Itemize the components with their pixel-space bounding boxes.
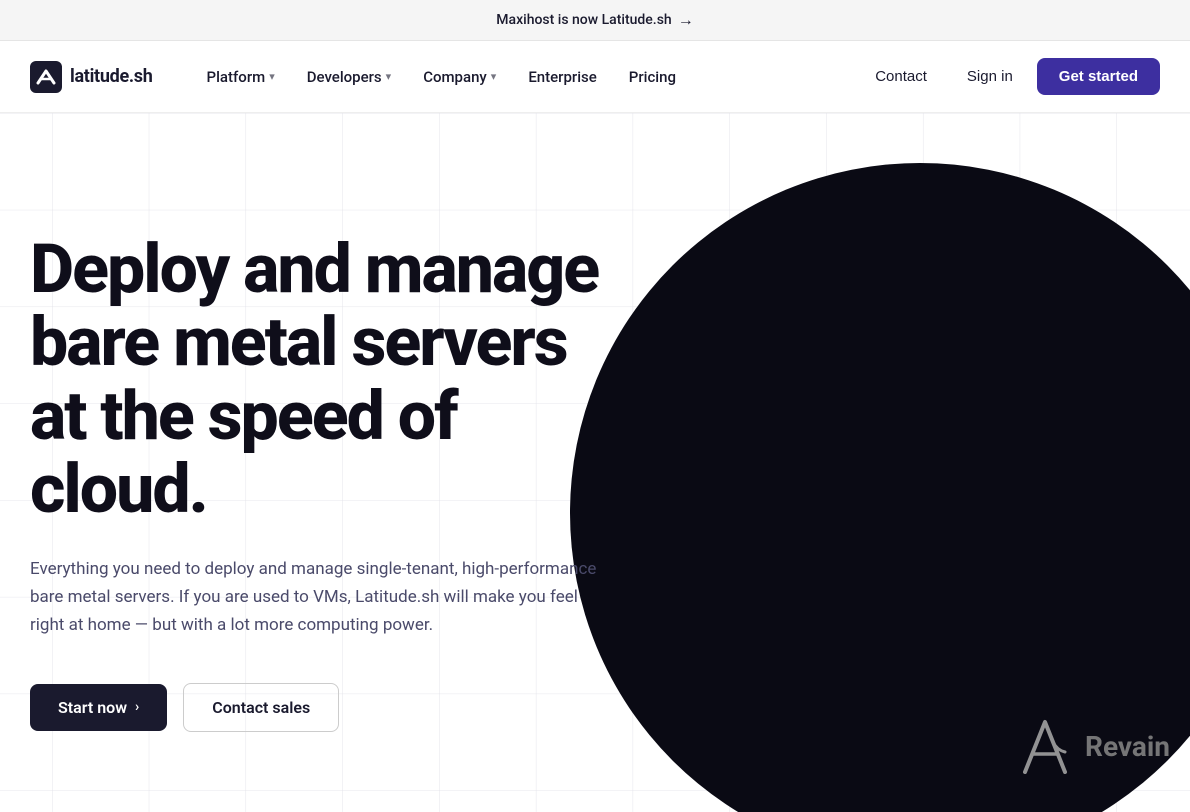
logo[interactable]: latitude.sh (30, 61, 153, 93)
nav-item-developers[interactable]: Developers ▾ (293, 60, 405, 94)
hero-content: Deploy and manage bare metal servers at … (0, 113, 640, 812)
hero-buttons: Start now › Contact sales (30, 683, 610, 732)
hero-subtitle: Everything you need to deploy and manage… (30, 555, 610, 639)
start-now-button[interactable]: Start now › (30, 684, 167, 731)
logo-icon (30, 61, 62, 93)
hero-section: Deploy and manage bare metal servers at … (0, 113, 1190, 812)
revain-watermark: Revain (1015, 712, 1170, 782)
logo-text: latitude.sh (70, 66, 153, 87)
nav-enterprise-label: Enterprise (528, 68, 596, 86)
start-arrow-icon: › (135, 699, 139, 715)
nav-item-enterprise[interactable]: Enterprise (514, 60, 610, 94)
nav-company-label: Company (423, 68, 487, 86)
contact-button[interactable]: Contact (859, 60, 943, 93)
nav-developers-label: Developers (307, 68, 382, 86)
banner-link[interactable]: Maxihost is now Latitude.sh → (496, 10, 693, 30)
chevron-down-icon: ▾ (386, 70, 392, 83)
revain-logo-icon (1015, 712, 1075, 782)
nav-links: Platform ▾ Developers ▾ Company ▾ Enterp… (193, 60, 860, 94)
banner-arrow: → (678, 10, 694, 30)
get-started-button[interactable]: Get started (1037, 58, 1160, 95)
chevron-down-icon: ▾ (491, 70, 497, 83)
start-now-label: Start now (58, 698, 127, 717)
nav-item-platform[interactable]: Platform ▾ (193, 60, 289, 94)
contact-sales-label: Contact sales (212, 698, 310, 717)
revain-text-label: Revain (1085, 730, 1170, 763)
nav-pricing-label: Pricing (629, 68, 676, 86)
hero-title: Deploy and manage bare metal servers at … (30, 233, 610, 527)
announcement-banner[interactable]: Maxihost is now Latitude.sh → (0, 0, 1190, 41)
signin-button[interactable]: Sign in (951, 60, 1029, 93)
contact-sales-button[interactable]: Contact sales (183, 683, 339, 732)
navbar: latitude.sh Platform ▾ Developers ▾ Comp… (0, 41, 1190, 113)
nav-item-company[interactable]: Company ▾ (409, 60, 510, 94)
nav-platform-label: Platform (207, 68, 266, 86)
nav-item-pricing[interactable]: Pricing (615, 60, 690, 94)
nav-right: Contact Sign in Get started (859, 58, 1160, 95)
banner-text: Maxihost is now Latitude.sh (496, 12, 671, 28)
chevron-down-icon: ▾ (269, 70, 275, 83)
